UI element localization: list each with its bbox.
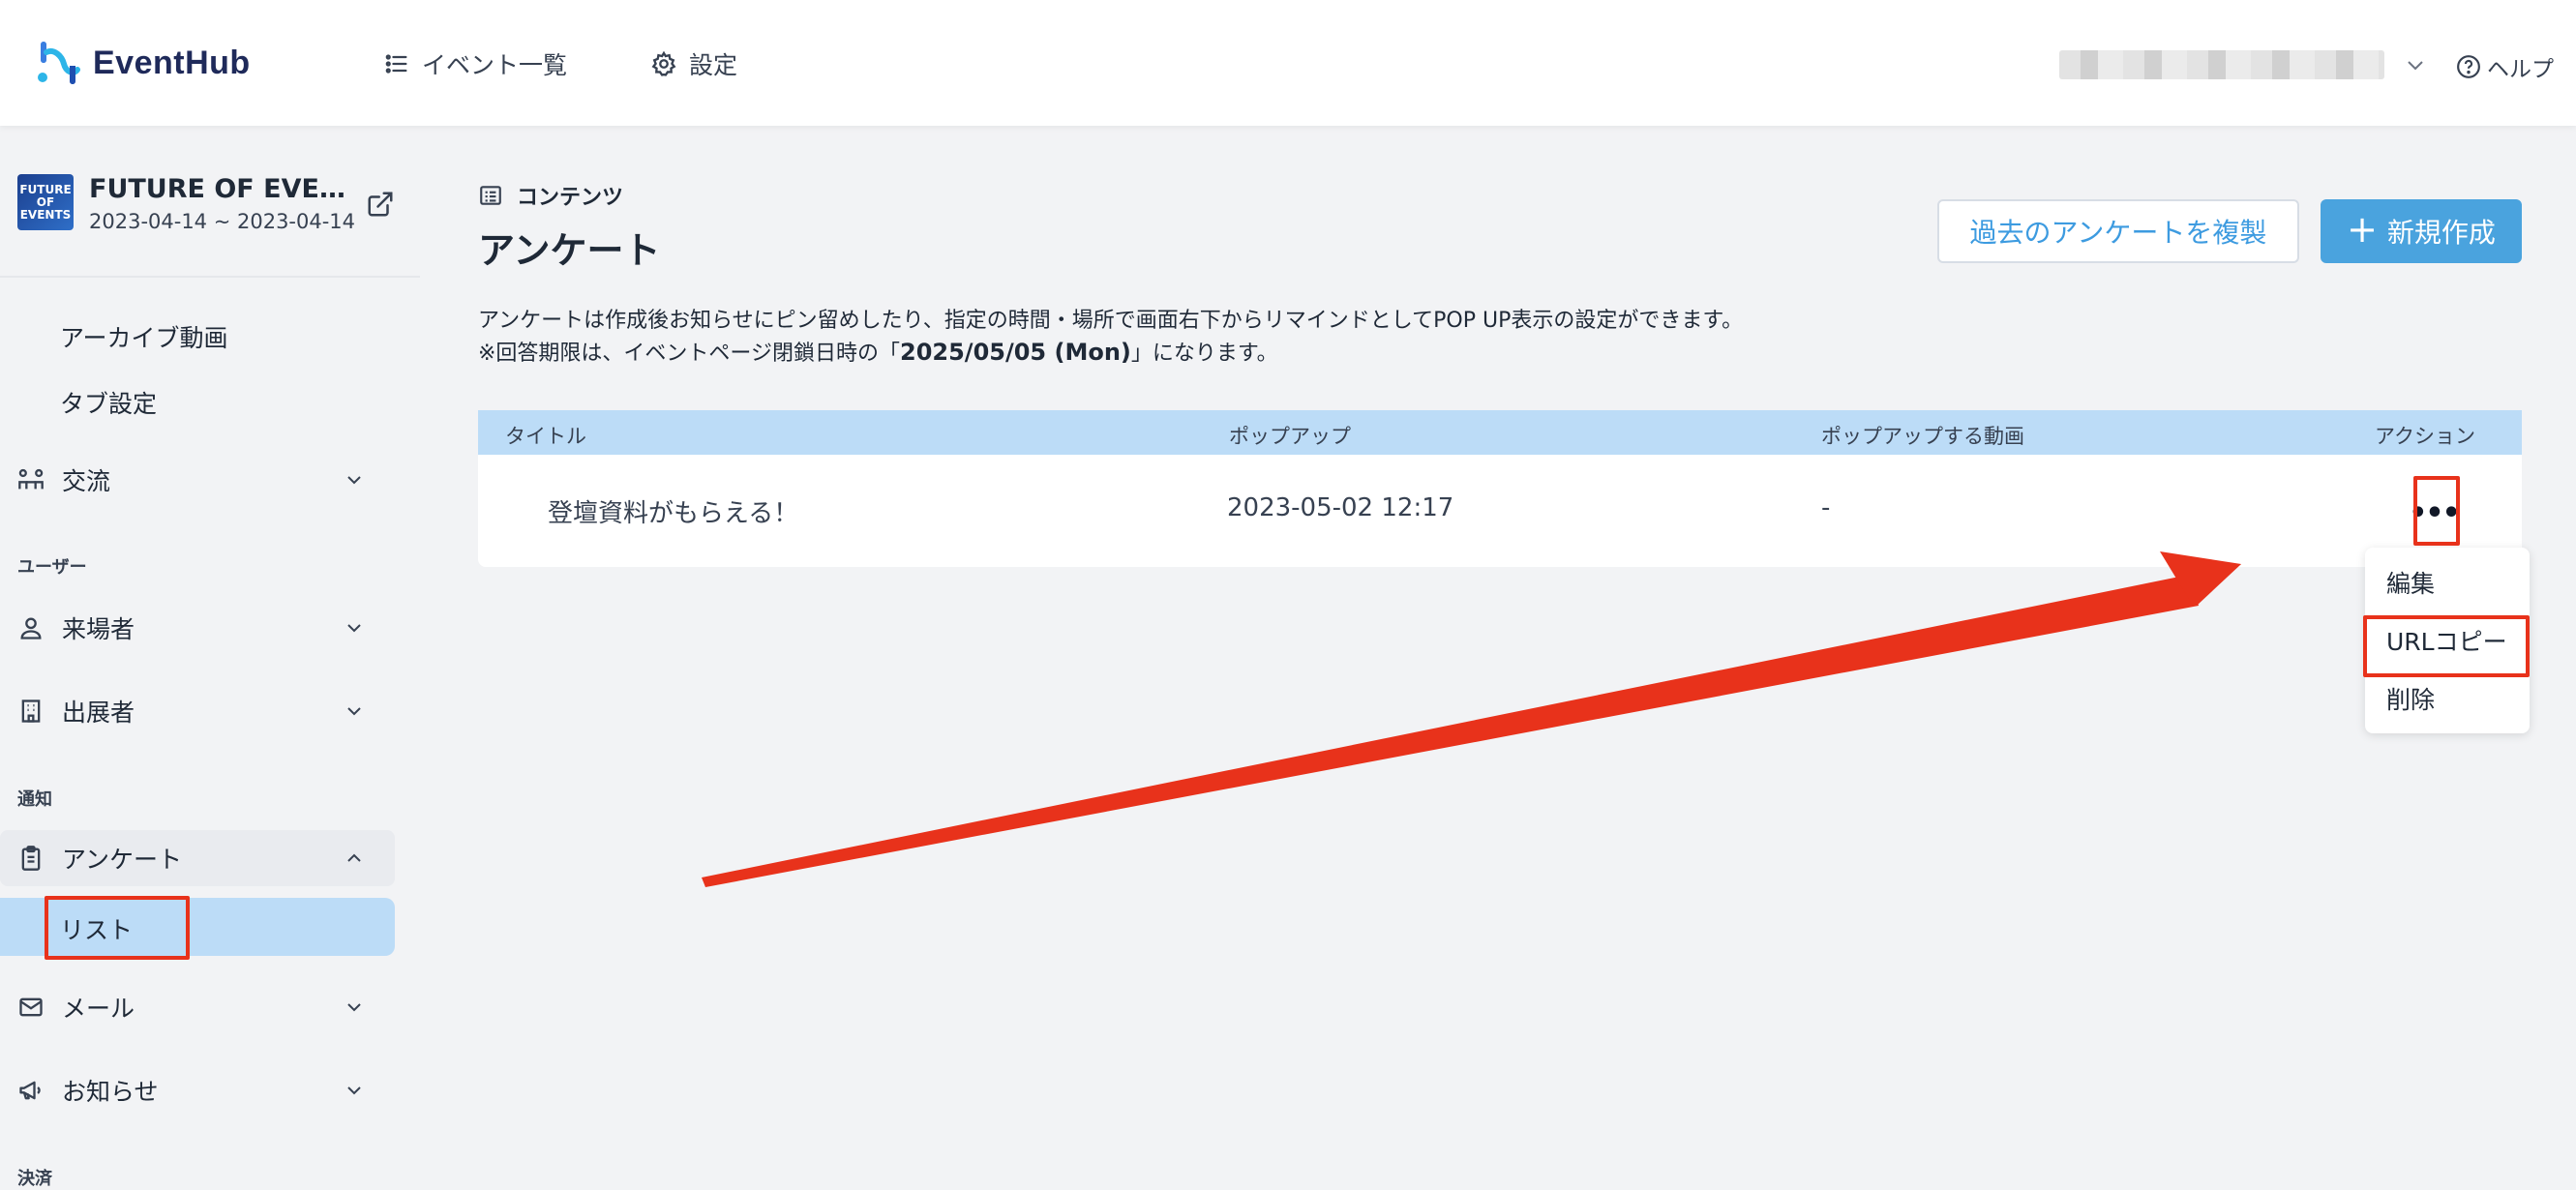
sidebar-item-visitors-label: 来場者 — [62, 615, 135, 643]
sidebar: FUTURE OF EVENTS FUTURE OF EVEN… 2023-04… — [0, 126, 420, 1190]
eventhub-logo-mark — [38, 42, 80, 84]
nav-settings-label: 設定 — [689, 51, 738, 79]
sidebar-item-notice[interactable]: お知らせ — [0, 1062, 395, 1118]
sidebar-item-notice-label: お知らせ — [62, 1078, 159, 1106]
breadcrumb: コンテンツ — [478, 180, 623, 211]
sidebar-item-mail[interactable]: メール — [0, 979, 395, 1035]
chevron-down-icon — [347, 624, 361, 633]
duplicate-survey-button[interactable]: 過去のアンケートを複製 — [1937, 199, 2299, 263]
sidebar-item-survey[interactable]: アンケート — [0, 830, 395, 886]
brand-name: EventHub — [93, 44, 251, 81]
sidebar-item-exchange[interactable]: 交流 — [0, 452, 395, 508]
sidebar-item-archive-video[interactable]: アーカイブ動画 — [60, 319, 228, 354]
event-thumbnail: FUTURE OF EVENTS — [17, 174, 74, 230]
description-prefix: ※回答期限は、イベントページ閉鎖日時の「 — [478, 342, 900, 366]
sidebar-divider — [0, 276, 420, 278]
sidebar-item-mail-label: メール — [62, 995, 135, 1023]
menu-item-delete[interactable]: 削除 — [2386, 681, 2435, 716]
highlight-box-url-copy — [2363, 615, 2530, 677]
gear-icon — [651, 50, 676, 76]
account-menu[interactable] — [2059, 50, 2427, 79]
event-dates: 2023-04-14 ~ 2023-04-14 — [89, 210, 356, 233]
column-title: タイトル — [505, 425, 586, 448]
row-popup-datetime: 2023-05-02 12:17 — [1227, 493, 1454, 522]
description-suffix: 」になります。 — [1130, 342, 1278, 366]
question-circle-icon — [2457, 55, 2480, 78]
page-description: アンケートは作成後お知らせにピン留めしたり、指定の時間・場所で画面右下からリマイ… — [478, 306, 1743, 370]
description-line-1: アンケートは作成後お知らせにピン留めしたり、指定の時間・場所で画面右下からリマイ… — [478, 309, 1744, 333]
column-popup: ポップアップ — [1229, 425, 1351, 448]
description-line-2: ※回答期限は、イベントページ閉鎖日時の「2025/05/05 (Mon)」になり… — [478, 337, 1743, 370]
exchange-icon — [18, 468, 44, 490]
nav-settings[interactable]: 設定 — [650, 46, 737, 81]
sidebar-group-payment: 決済 — [17, 1169, 52, 1189]
content-list-icon — [480, 186, 501, 205]
sidebar-item-visitors[interactable]: 来場者 — [0, 600, 395, 656]
chevron-down-icon — [347, 1003, 361, 1012]
create-new-label: 新規作成 — [2386, 217, 2496, 249]
nav-event-list-label: イベント一覧 — [422, 51, 568, 79]
highlight-box-list — [45, 896, 190, 960]
chevron-down-icon — [2408, 61, 2423, 71]
sidebar-item-exhibitors[interactable]: 出展者 — [0, 683, 395, 739]
row-popup-video: - — [1821, 493, 1831, 522]
row-title[interactable]: 登壇資料がもらえる！ — [548, 493, 798, 529]
create-new-button[interactable]: + 新規作成 — [2321, 199, 2522, 263]
column-action: アクション — [2375, 425, 2475, 448]
plus-icon: + — [2347, 208, 2378, 251]
event-name: FUTURE OF EVEN… — [89, 174, 346, 204]
column-popup-video: ポップアップする動画 — [1821, 425, 2024, 448]
sidebar-item-exhibitors-label: 出展者 — [62, 699, 135, 727]
sidebar-item-tab-settings[interactable]: タブ設定 — [60, 385, 157, 420]
event-card: FUTURE OF EVENTS FUTURE OF EVEN… 2023-04… — [17, 174, 355, 233]
user-icon — [20, 617, 42, 640]
help-link[interactable]: ヘルプ — [2456, 50, 2554, 83]
external-link-icon[interactable] — [366, 190, 395, 219]
nav-event-list[interactable]: イベント一覧 — [383, 46, 567, 81]
chevron-up-icon — [347, 853, 361, 862]
list-icon — [385, 54, 407, 74]
survey-table: タイトル ポップアップ ポップアップする動画 アクション 登壇資料がもらえる！ … — [478, 410, 2522, 567]
eventhub-logo[interactable]: EventHub — [35, 39, 251, 87]
description-deadline: 2025/05/05 (Mon) — [900, 339, 1131, 366]
highlight-box-more-button — [2413, 476, 2460, 546]
mail-icon — [19, 997, 43, 1017]
account-name-redacted — [2059, 50, 2384, 79]
clipboard-icon — [21, 846, 41, 871]
chevron-down-icon — [347, 1086, 361, 1095]
chevron-down-icon — [347, 476, 361, 485]
sidebar-group-users: ユーザー — [17, 557, 87, 578]
building-icon — [21, 699, 41, 723]
sidebar-item-survey-label: アンケート — [62, 846, 183, 874]
help-label: ヘルプ — [2487, 57, 2554, 82]
sidebar-group-notify: 通知 — [17, 789, 52, 810]
menu-item-edit[interactable]: 編集 — [2386, 565, 2435, 600]
top-header: EventHub イベント一覧 設定 ヘルプ — [0, 0, 2576, 126]
megaphone-icon — [19, 1081, 41, 1100]
breadcrumb-label: コンテンツ — [517, 186, 624, 210]
page-title: アンケート — [478, 229, 661, 272]
table-header: タイトル ポップアップ ポップアップする動画 アクション — [478, 410, 2522, 455]
chevron-down-icon — [347, 707, 361, 716]
sidebar-item-exchange-label: 交流 — [62, 467, 111, 495]
